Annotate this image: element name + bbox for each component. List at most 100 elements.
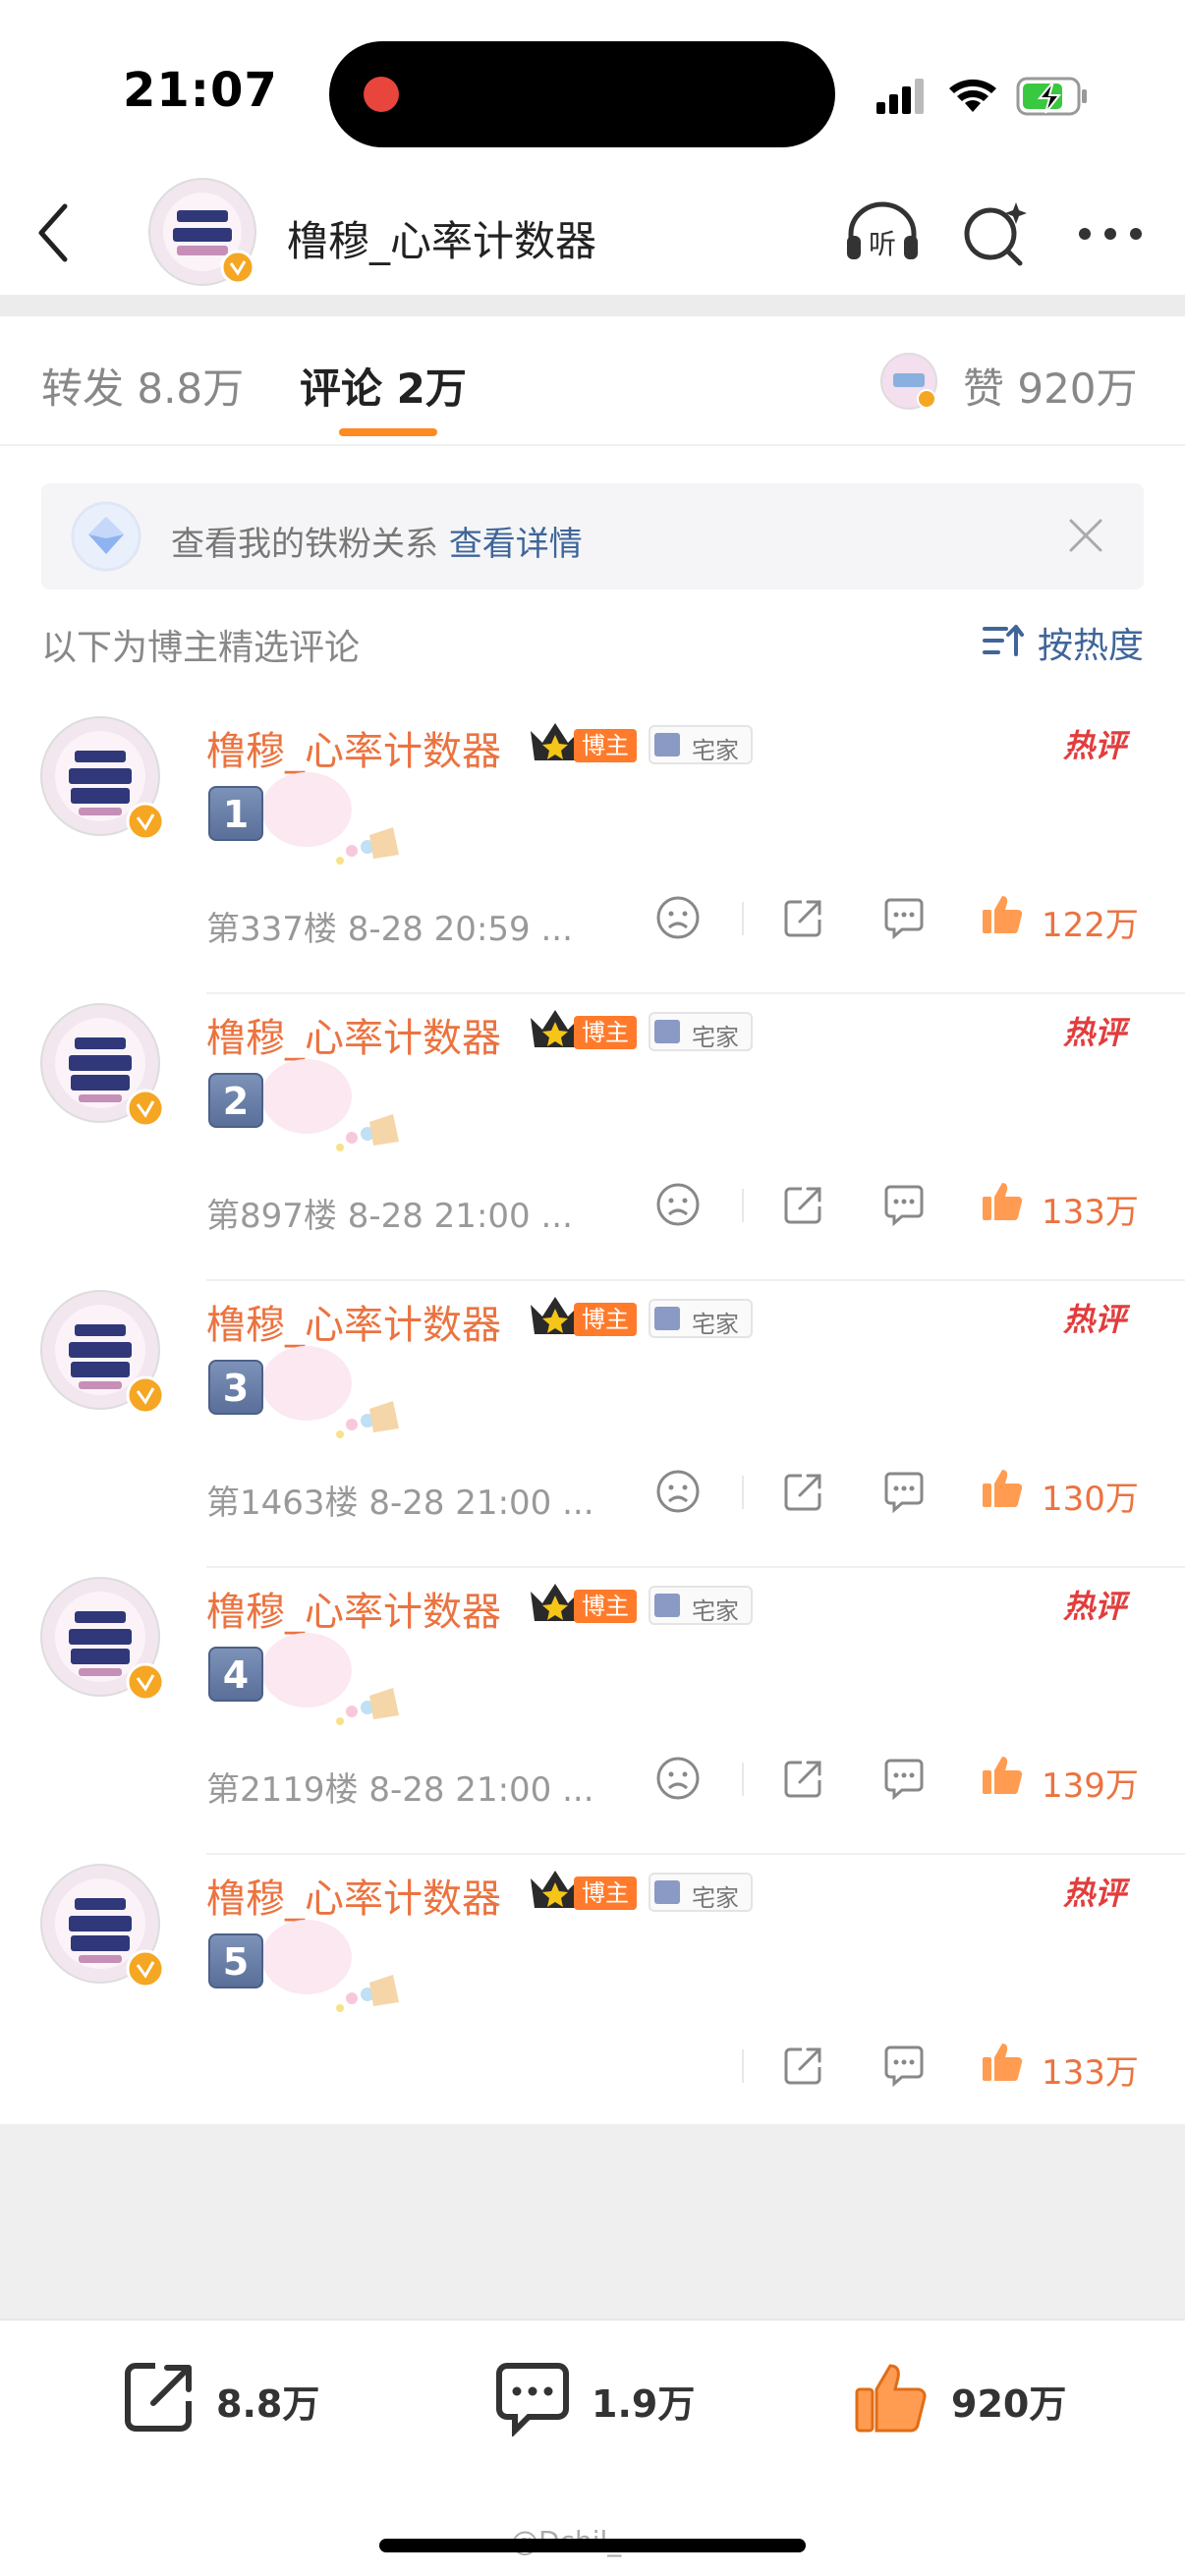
like-count: 133万	[1042, 2053, 1139, 2093]
avatar[interactable]	[39, 1863, 169, 1992]
status-bar: 21:07	[0, 0, 1185, 167]
battery-charging-icon	[1016, 77, 1087, 116]
like-count: 130万	[1042, 1480, 1139, 1519]
more-icon[interactable]	[1071, 196, 1150, 267]
avatar[interactable]	[39, 1289, 169, 1419]
sort-label: 按热度	[1038, 626, 1145, 666]
divider	[742, 2049, 744, 2083]
sticker-image	[263, 1346, 399, 1438]
comment-icon[interactable]	[878, 1466, 930, 1517]
number-emoji: 1	[208, 786, 263, 841]
top-nav: 橹穆_心率计数器 听	[0, 167, 1185, 295]
comment-icon[interactable]	[878, 1179, 930, 1230]
tag-badge: 宅家	[649, 1299, 753, 1338]
fan-relation-link[interactable]: 查看详情	[449, 525, 583, 564]
divider	[742, 1476, 744, 1509]
avatar[interactable]	[147, 177, 257, 287]
divider	[206, 1279, 1185, 1281]
like-total-count: 920万	[951, 2382, 1067, 2426]
page-title: 橹穆_心率计数器	[287, 217, 597, 265]
tag-label: 宅家	[692, 1884, 739, 1912]
share-icon[interactable]	[778, 1466, 829, 1517]
hot-comment-label: 热评	[1063, 1301, 1127, 1338]
dislike-icon[interactable]	[652, 1466, 704, 1517]
close-icon[interactable]	[1063, 513, 1108, 558]
like-icon[interactable]	[979, 1177, 1026, 1224]
recording-indicator-icon	[364, 77, 399, 112]
hot-comment-label: 热评	[1063, 727, 1127, 764]
comment-icon[interactable]	[878, 2040, 930, 2091]
sticker-image	[263, 772, 399, 865]
status-time: 21:07	[123, 63, 278, 118]
sort-icon	[983, 625, 1024, 656]
like-icon[interactable]	[979, 2038, 1026, 2085]
divider	[742, 902, 744, 935]
comment-count: 1.9万	[592, 2382, 696, 2426]
share-icon[interactable]	[778, 2040, 829, 2091]
comment-meta: 第897楼 8-28 21:00 ...	[206, 1197, 573, 1236]
like-icon[interactable]	[979, 1751, 1026, 1798]
comment-button[interactable]: 1.9万	[493, 2358, 709, 2436]
repost-count: 8.8万	[216, 2382, 320, 2426]
active-tab-indicator	[339, 428, 437, 436]
fan-relation-banner[interactable]: 查看我的铁粉关系 查看详情	[41, 483, 1144, 589]
dislike-icon[interactable]	[652, 1753, 704, 1804]
like-count: 122万	[1042, 906, 1139, 945]
search-icon[interactable]	[955, 196, 1034, 267]
dislike-icon[interactable]	[652, 1179, 704, 1230]
comment-icon[interactable]	[878, 1753, 930, 1804]
comment-author[interactable]: 橹穆_心率计数器	[206, 1580, 501, 1637]
divider	[206, 1853, 1185, 1855]
sticker-image	[263, 1920, 399, 2012]
comment-author[interactable]: 橹穆_心率计数器	[206, 1293, 501, 1350]
comment-author[interactable]: 橹穆_心率计数器	[206, 1006, 501, 1063]
calendar-check-icon	[654, 733, 680, 756]
comment-item: 橹穆_心率计数器 博主 宅家 热评 4 第2119楼 8-28 21:00 ..…	[0, 1576, 1185, 1863]
listen-icon[interactable]: 听	[843, 196, 922, 267]
avatar[interactable]	[39, 1576, 169, 1706]
tab-likes[interactable]: 赞 920万	[963, 356, 1138, 416]
avatar[interactable]	[39, 715, 169, 845]
tag-label: 宅家	[692, 1597, 739, 1625]
like-icon[interactable]	[979, 890, 1026, 937]
comment-author[interactable]: 橹穆_心率计数器	[206, 1867, 501, 1924]
tab-repost[interactable]: 转发 8.8万	[41, 356, 244, 416]
comment-item: 橹穆_心率计数器 博主 宅家 热评 5 133万	[0, 1863, 1185, 2150]
sort-button[interactable]: 按热度	[983, 617, 1150, 666]
like-icon[interactable]	[979, 1464, 1026, 1511]
repost-button[interactable]: 8.8万	[120, 2358, 336, 2436]
owner-badge: 博主	[574, 1590, 637, 1623]
comment-meta: 第2119楼 8-28 21:00 ...	[206, 1770, 594, 1810]
comment-meta: 第1463楼 8-28 21:00 ...	[206, 1484, 594, 1523]
comment-icon[interactable]	[878, 892, 930, 943]
avatar[interactable]	[39, 1002, 169, 1132]
share-icon[interactable]	[778, 1179, 829, 1230]
comment-author[interactable]: 橹穆_心率计数器	[206, 719, 501, 776]
back-icon[interactable]	[29, 198, 79, 267]
calendar-check-icon	[654, 1307, 680, 1330]
number-emoji: 5	[208, 1933, 263, 1988]
comment-item: 橹穆_心率计数器 博主 宅家 热评 3 第1463楼 8-28 21:00 ..…	[0, 1289, 1185, 1576]
dynamic-island	[329, 41, 835, 147]
owner-badge: 博主	[574, 1303, 637, 1336]
comment-item: 橹穆_心率计数器 博主 宅家 热评 2 第897楼 8-28 21:00 ...	[0, 1002, 1185, 1289]
comment-item: 橹穆_心率计数器 博主 宅家 热评 1 第337楼 8-28 20:59 ...	[0, 715, 1185, 1002]
tab-comments[interactable]: 评论 2万	[300, 356, 467, 416]
divider	[742, 1189, 744, 1222]
divider	[0, 295, 1185, 316]
comment-icon	[496, 2363, 569, 2436]
number-emoji: 2	[208, 1073, 263, 1128]
home-indicator[interactable]	[379, 2539, 806, 2552]
owner-badge: 博主	[574, 1016, 637, 1049]
liker-avatar	[880, 353, 937, 410]
wifi-icon	[949, 79, 996, 112]
bottom-action-bar: 8.8万 1.9万 920万 @Dchil_	[0, 2319, 1185, 2576]
system-status-icons	[876, 77, 1087, 116]
share-icon[interactable]	[778, 1753, 829, 1804]
fan-diamond-icon	[71, 501, 141, 572]
hot-comment-label: 热评	[1063, 1875, 1127, 1912]
share-icon	[125, 2363, 192, 2432]
dislike-icon[interactable]	[652, 892, 704, 943]
like-button[interactable]: 920万	[853, 2358, 1089, 2436]
share-icon[interactable]	[778, 892, 829, 943]
